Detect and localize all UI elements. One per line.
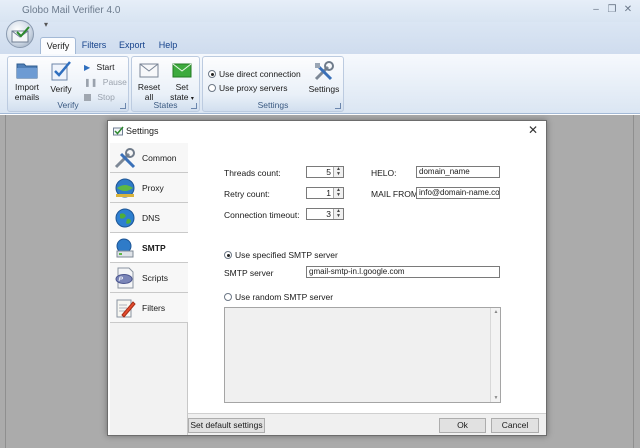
helo-input[interactable]: domain_name (416, 166, 500, 178)
pause-icon: ❚❚ (84, 78, 98, 87)
helo-label: HELO: (371, 168, 397, 178)
mail-from-label: MAIL FROM: (371, 189, 421, 199)
states-group-label: States (153, 100, 178, 110)
smtp-server-label: SMTP server (224, 268, 274, 278)
pause-button[interactable]: ❚❚ Pause (84, 77, 127, 87)
tools-icon (114, 148, 136, 169)
settings-sidebar: Common Proxy DNS SMTP Scripts Filters (110, 143, 188, 435)
php-script-icon (115, 267, 134, 289)
sidebar-item-scripts[interactable]: Scripts (110, 263, 188, 293)
import-emails-button[interactable]: Import emails (10, 60, 44, 102)
states-group: Reset all Set state ▾ States (131, 56, 200, 112)
use-specified-smtp-radio[interactable]: Use specified SMTP server (224, 250, 338, 260)
tab-filters[interactable]: Filters (78, 37, 110, 54)
sidebar-item-proxy[interactable]: Proxy (110, 173, 188, 203)
quick-access-dropdown-icon[interactable]: ▾ (44, 20, 48, 29)
random-smtp-server-list[interactable]: ▲ ▼ (224, 307, 501, 403)
retry-count-label: Retry count: (224, 189, 270, 199)
proxy-servers-radio[interactable]: Use proxy servers (208, 83, 288, 93)
spin-arrows-icon[interactable]: ▲ ▼ (333, 188, 343, 198)
verify-group-launcher-icon[interactable] (120, 103, 126, 109)
filter-pencil-icon (116, 299, 136, 318)
dialog-close-button[interactable]: ✕ (528, 123, 538, 137)
connection-timeout-label: Connection timeout: (224, 210, 300, 220)
use-random-smtp-radio[interactable]: Use random SMTP server (224, 292, 333, 302)
radio-unselected-icon (224, 293, 232, 301)
workspace-left-border (5, 115, 6, 448)
tab-export[interactable]: Export (116, 37, 148, 54)
spin-arrows-icon[interactable]: ▲ ▼ (333, 209, 343, 219)
start-button[interactable]: ▶ Start (84, 62, 114, 72)
settings-dialog-icon (113, 126, 124, 136)
tab-verify[interactable]: Verify (40, 37, 76, 54)
workspace-right-border (633, 115, 634, 448)
verify-group: Import emails Verify ▶ Start ❚❚ Pause St… (7, 56, 129, 112)
settings-group-launcher-icon[interactable] (335, 103, 341, 109)
set-state-button[interactable]: Set state ▾ (166, 60, 198, 104)
play-icon: ▶ (84, 63, 91, 72)
dns-globe-icon (115, 208, 135, 228)
verify-button[interactable]: Verify (46, 60, 76, 94)
sidebar-item-smtp[interactable]: SMTP (110, 233, 188, 263)
states-group-launcher-icon[interactable] (191, 103, 197, 109)
dialog-title: Settings (126, 126, 159, 136)
direct-connection-radio[interactable]: Use direct connection (208, 69, 301, 79)
reset-all-button[interactable]: Reset all (134, 60, 164, 102)
settings-group: Use direct connection Use proxy servers … (202, 56, 344, 112)
smtp-server-icon (116, 238, 134, 258)
green-envelope-icon (172, 63, 192, 78)
settings-button[interactable]: Settings (307, 60, 341, 94)
threads-count-label: Threads count: (224, 168, 281, 178)
ribbon-tab-row: Verify Filters Export Help (0, 22, 640, 54)
sidebar-item-filters[interactable]: Filters (110, 293, 188, 323)
folder-icon (16, 63, 38, 79)
smtp-settings-panel: Threads count: 5 ▲ ▼ Retry count: 1 ▲ ▼ Co… (188, 143, 546, 413)
proxy-globe-icon (115, 178, 135, 198)
sidebar-item-dns[interactable]: DNS (110, 203, 188, 233)
envelope-check-icon (11, 26, 30, 43)
dialog-footer: Set default settings Ok Cancel (188, 413, 546, 435)
app-title: Globo Mail Verifier 4.0 (22, 5, 121, 16)
list-scrollbar[interactable]: ▲ ▼ (490, 308, 500, 402)
tab-help[interactable]: Help (154, 37, 182, 54)
mail-from-input[interactable]: info@domain-name.com (416, 187, 500, 199)
scroll-down-icon[interactable]: ▼ (491, 395, 501, 401)
ok-button[interactable]: Ok (439, 418, 486, 433)
spin-arrows-icon[interactable]: ▲ ▼ (333, 167, 343, 177)
settings-group-label: Settings (257, 100, 289, 110)
title-bar: Globo Mail Verifier 4.0 – ❐ ✕ (0, 0, 640, 22)
radio-selected-icon (224, 251, 232, 259)
settings-dialog: Settings ✕ Common Proxy DNS SMTP Scripts… (107, 120, 547, 436)
app-menu-orb[interactable] (6, 20, 34, 48)
verify-group-label: Verify (57, 100, 79, 110)
smtp-server-input[interactable]: gmail-smtp-in.l.google.com (306, 266, 500, 278)
threads-count-stepper[interactable]: 5 ▲ ▼ (306, 166, 344, 178)
cancel-button[interactable]: Cancel (491, 418, 539, 433)
close-button[interactable]: ✕ (621, 4, 635, 16)
restore-button[interactable]: ❐ (605, 4, 619, 16)
tools-icon (314, 61, 334, 81)
connection-timeout-stepper[interactable]: 3 ▲ ▼ (306, 208, 344, 220)
radio-unselected-icon (208, 84, 216, 92)
minimize-button[interactable]: – (589, 4, 603, 16)
retry-count-stepper[interactable]: 1 ▲ ▼ (306, 187, 344, 199)
radio-selected-icon (208, 70, 216, 78)
verify-check-icon (51, 61, 71, 81)
ribbon: Import emails Verify ▶ Start ❚❚ Pause St… (0, 54, 640, 114)
set-default-settings-button[interactable]: Set default settings (188, 418, 265, 433)
envelope-icon (139, 63, 159, 78)
scroll-up-icon[interactable]: ▲ (491, 309, 501, 315)
sidebar-item-common[interactable]: Common (110, 143, 188, 173)
